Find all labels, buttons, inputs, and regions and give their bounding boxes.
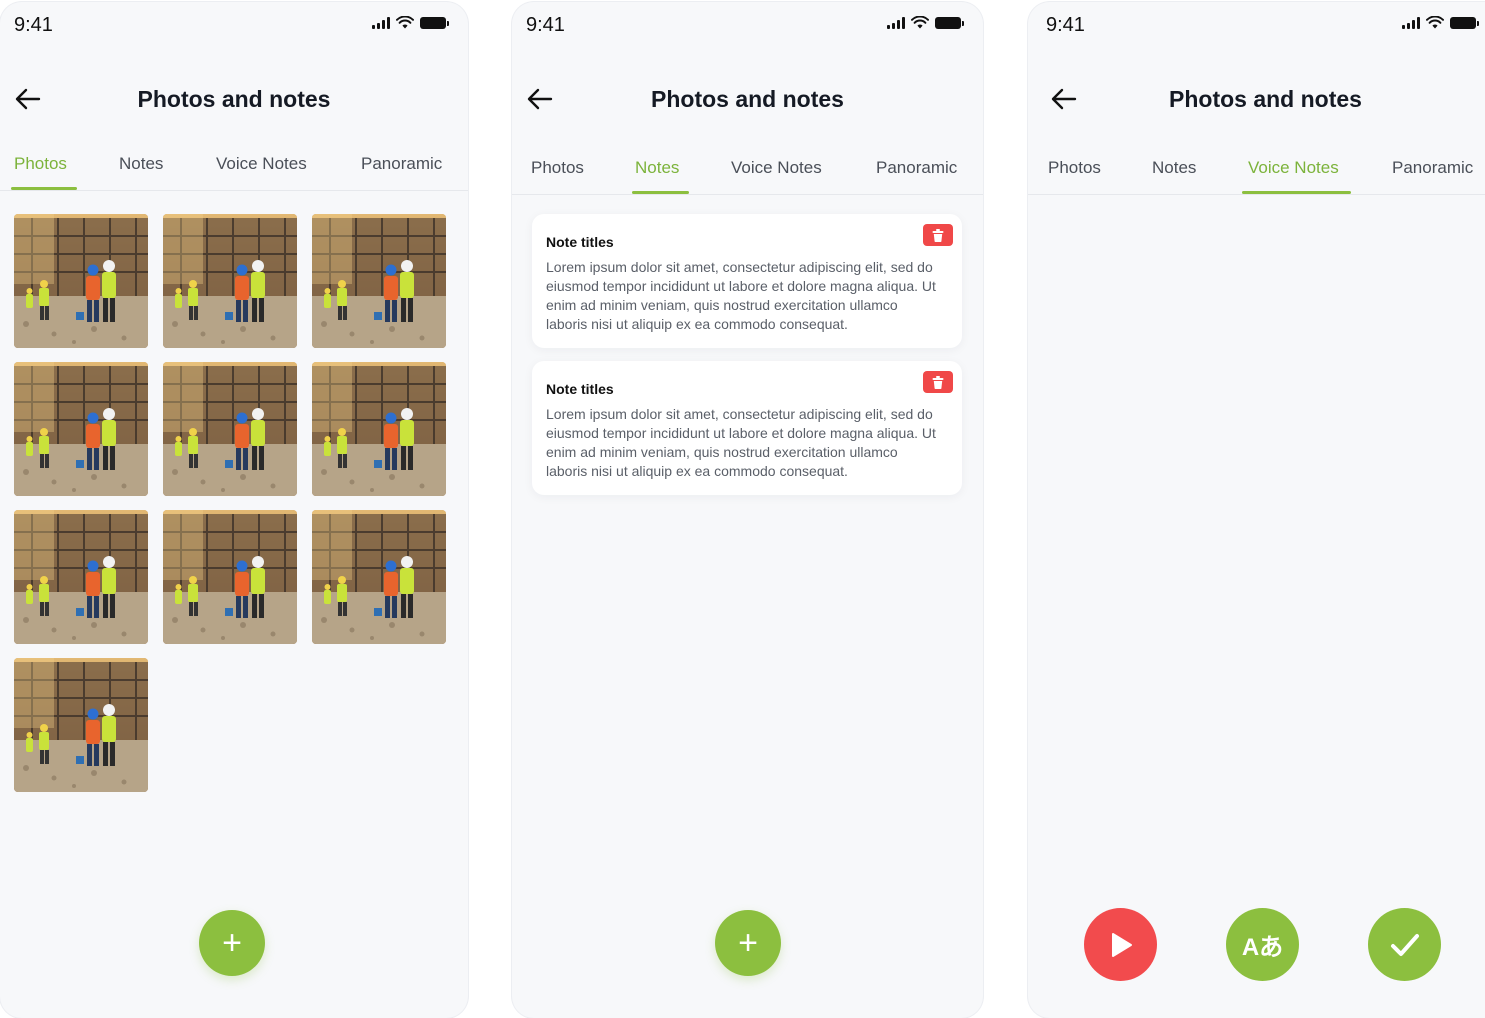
photo-image (14, 658, 148, 792)
note-card[interactable]: Note titles Lorem ipsum dolor sit amet, … (532, 361, 962, 495)
wifi-icon (396, 16, 414, 29)
battery-icon (1450, 16, 1479, 29)
tab-panoramic[interactable]: Panoramic (876, 158, 957, 188)
wifi-icon (911, 16, 929, 29)
page-title: Photos and notes (1169, 86, 1362, 112)
photo-image (14, 214, 148, 348)
photo-thumbnail[interactable] (163, 510, 297, 644)
add-note-button[interactable]: + (715, 910, 781, 976)
page-title: Photos and notes (137, 86, 331, 112)
tab-voice-notes[interactable]: Voice Notes (731, 158, 822, 188)
check-icon (1390, 933, 1419, 956)
signal-icon (887, 16, 905, 29)
delete-note-button[interactable] (923, 371, 953, 393)
tab-photos[interactable]: Photos (1048, 158, 1101, 188)
photo-thumbnail[interactable] (312, 214, 446, 348)
status-icons (372, 16, 449, 29)
trash-icon (932, 228, 944, 242)
tab-notes[interactable]: Notes (635, 158, 679, 188)
photo-thumbnail[interactable] (163, 214, 297, 348)
tab-photos[interactable]: Photos (14, 154, 67, 184)
photo-image (163, 362, 297, 496)
photo-image (163, 214, 297, 348)
tab-panoramic[interactable]: Panoramic (361, 154, 442, 184)
photo-grid (14, 214, 446, 792)
active-tab-indicator (11, 187, 77, 190)
play-button[interactable] (1084, 908, 1157, 981)
plus-icon: + (738, 924, 758, 962)
note-body: Lorem ipsum dolor sit amet, consectetur … (546, 259, 936, 332)
note-card[interactable]: Note titles Lorem ipsum dolor sit amet, … (532, 214, 962, 348)
photo-image (14, 510, 148, 644)
tab-photos[interactable]: Photos (531, 158, 584, 188)
translate-icon: Aあ (1241, 934, 1284, 961)
note-body: Lorem ipsum dolor sit amet, consectetur … (546, 406, 936, 479)
photo-image (312, 510, 446, 644)
photo-thumbnail[interactable] (163, 362, 297, 496)
photo-thumbnail[interactable] (14, 214, 148, 348)
photo-image (14, 362, 148, 496)
tab-bar: Photos Notes Voice Notes Panoramic (0, 152, 468, 191)
phone-screen-photos: 9:41 Photos and notes Photos Notes Voice… (0, 2, 468, 1018)
active-tab-indicator (632, 191, 689, 194)
status-time: 9:41 (14, 14, 53, 36)
status-time: 9:41 (526, 14, 565, 36)
note-title: Note titles (546, 234, 614, 250)
tab-notes[interactable]: Notes (119, 154, 163, 184)
delete-note-button[interactable] (923, 224, 953, 246)
page-title: Photos and notes (651, 86, 844, 112)
tab-panoramic[interactable]: Panoramic (1392, 158, 1473, 188)
battery-icon (420, 16, 449, 29)
photo-thumbnail[interactable] (312, 510, 446, 644)
signal-icon (372, 16, 390, 29)
tab-voice-notes[interactable]: Voice Notes (216, 154, 307, 184)
tab-bar: Photos Notes Voice Notes Panoramic (512, 156, 983, 195)
phone-screen-voice-notes: 9:41 Photos and notes Photos Notes Voice… (1028, 2, 1485, 1018)
photo-thumbnail[interactable] (14, 658, 148, 792)
active-tab-indicator (1242, 191, 1351, 194)
battery-icon (935, 16, 964, 29)
tab-voice-notes[interactable]: Voice Notes (1248, 158, 1339, 188)
note-title: Note titles (546, 381, 614, 397)
status-icons (887, 16, 964, 29)
photo-image (312, 214, 446, 348)
status-icons (1402, 16, 1479, 29)
photo-thumbnail[interactable] (14, 362, 148, 496)
plus-icon: + (222, 924, 242, 962)
wifi-icon (1426, 16, 1444, 29)
play-icon (1111, 932, 1132, 957)
photo-image (163, 510, 297, 644)
tab-bar: Photos Notes Voice Notes Panoramic (1028, 156, 1485, 195)
phone-screen-notes: 9:41 Photos and notes Photos Notes Voice… (512, 2, 983, 1018)
confirm-button[interactable] (1368, 908, 1441, 981)
translate-button[interactable]: Aあ (1226, 908, 1299, 981)
tab-notes[interactable]: Notes (1152, 158, 1196, 188)
photo-thumbnail[interactable] (312, 362, 446, 496)
status-time: 9:41 (1046, 14, 1085, 36)
photo-thumbnail[interactable] (14, 510, 148, 644)
signal-icon (1402, 16, 1420, 29)
add-photo-button[interactable]: + (199, 910, 265, 976)
photo-image (312, 362, 446, 496)
trash-icon (932, 375, 944, 389)
